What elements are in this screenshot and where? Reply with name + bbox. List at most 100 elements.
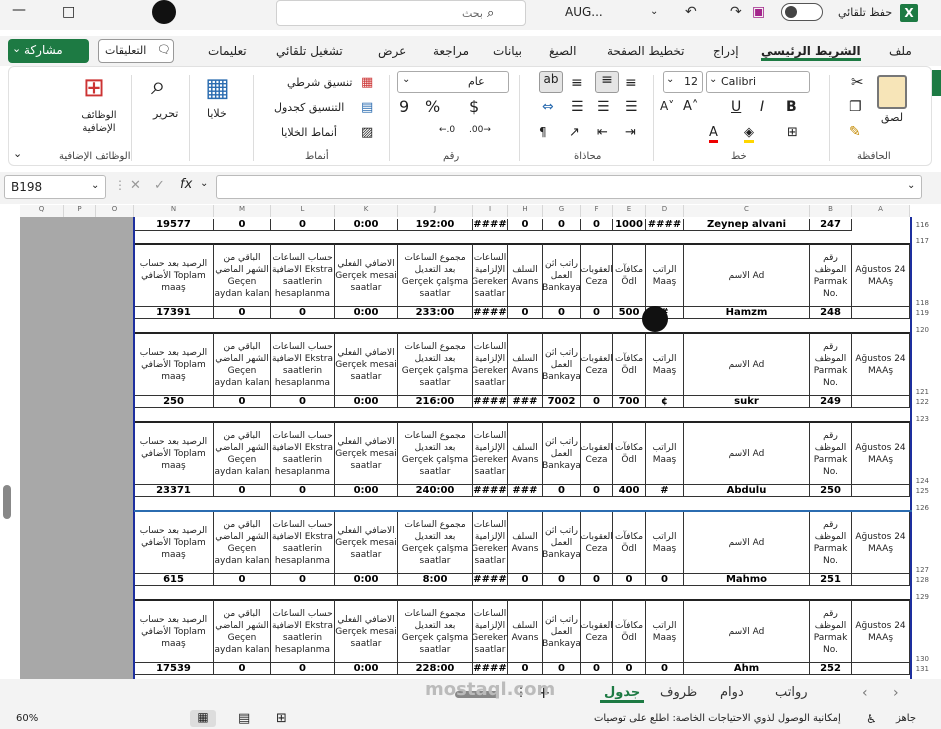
data-cell[interactable]: 0:00 [335,574,398,586]
tab-data[interactable]: بيانات [493,44,522,58]
data-cell[interactable]: Ahm [684,663,810,675]
header-cell[interactable]: السلف Avans [508,332,543,396]
empty-cell[interactable] [852,396,910,408]
data-cell[interactable]: Hamzm [684,307,810,319]
data-cell[interactable]: #### [473,219,508,231]
header-cell[interactable]: الرصيد بعد حساب الأضافي Toplam maaş [134,421,214,485]
sheet-tab-envelopes[interactable]: ظروف [660,685,697,700]
redo-icon[interactable]: ↷ [730,4,742,20]
header-cell[interactable]: الرصيد بعد حساب الأضافي Toplam maaş [134,599,214,663]
header-cell[interactable]: رقم الموظف Parmak No. [810,243,852,307]
header-cell[interactable]: مكافآت Ödl [613,332,646,396]
number-format-select[interactable]: عام ⌄ [397,71,509,93]
header-cell[interactable]: مكافآت Ödl [613,510,646,574]
header-cell[interactable]: الاسم Ad [684,332,810,396]
row-number[interactable]: 117 [916,237,929,245]
row-number[interactable]: 130 [916,655,929,663]
indent-icon[interactable]: ⇥ [625,125,636,140]
data-cell[interactable]: ### [508,396,543,408]
header-cell[interactable]: الساعات الإلزامية Gereken saatlar [473,510,508,574]
row-number[interactable]: 126 [916,504,929,512]
data-cell[interactable]: 233:00 [398,307,473,319]
header-cell[interactable]: الراتب Maaş [646,599,684,663]
column-header[interactable]: C [684,205,810,217]
bold-button[interactable]: B [786,99,797,115]
filename[interactable]: AUG... [565,5,603,19]
data-cell[interactable]: 0:00 [335,396,398,408]
data-cell[interactable]: 247 [810,219,852,231]
data-cell[interactable]: 216:00 [398,396,473,408]
data-cell[interactable]: 8:00 [398,574,473,586]
data-cell[interactable]: 19577 [134,219,214,231]
header-cell[interactable]: الراتب Maaş [646,421,684,485]
enter-icon[interactable]: ✓ [154,178,165,193]
column-header[interactable]: J [398,205,473,217]
data-cell[interactable]: 0 [214,396,271,408]
increase-decimal-icon[interactable]: .00→ [469,125,491,135]
cells-icon[interactable]: ▦ [205,73,230,103]
column-header[interactable]: B [810,205,852,217]
data-cell[interactable]: 0 [508,307,543,319]
row-number[interactable]: 123 [916,415,929,423]
column-header[interactable]: N [134,205,214,217]
data-cell[interactable]: 0 [581,219,613,231]
underline-button[interactable]: U [731,99,741,115]
minimize-icon[interactable]: — [12,2,26,18]
text-direction-icon[interactable]: ¶ [539,125,547,139]
undo-dropdown-icon[interactable]: ⌄ [650,6,658,17]
data-cell[interactable]: 17539 [134,663,214,675]
header-cell[interactable]: راتب اثن العمل Bankaya [543,599,581,663]
restore-icon[interactable]: □ [62,4,75,20]
tab-scroll-right-icon[interactable]: › [893,685,899,701]
currency-button[interactable]: $ [469,97,479,116]
row-number[interactable]: 124 [916,477,929,485]
header-cell[interactable]: مكافآت Ödl [613,421,646,485]
column-header[interactable]: O [96,205,134,217]
header-cell[interactable]: العقوبات Ceza [581,421,613,485]
data-cell[interactable]: Abdulu [684,485,810,497]
data-cell[interactable]: #### [473,663,508,675]
align-middle-icon[interactable]: ≡ [595,71,619,93]
header-cell[interactable]: Ağustos 24 MAAş [852,332,910,396]
header-cell[interactable]: Ağustos 24 MAAş [852,421,910,485]
font-name-select[interactable]: Calibri ⌄ [706,71,810,93]
autosave-toggle[interactable] [781,3,823,21]
comments-button[interactable]: التعليقات 🗨 [98,39,174,63]
header-cell[interactable]: الاسم Ad [684,599,810,663]
sheet-tab-attendance[interactable]: دوام [720,685,744,700]
cell-styles-icon[interactable]: ▨ [361,125,373,140]
row-number[interactable]: 128 [916,576,929,584]
column-header[interactable]: M [214,205,271,217]
italic-button[interactable]: I [760,99,764,115]
row-number[interactable]: 131 [916,665,929,673]
column-header[interactable]: A [852,205,910,217]
data-cell[interactable]: 0 [543,219,581,231]
data-cell[interactable]: 1000 [613,219,646,231]
row-number[interactable]: 122 [916,398,929,406]
tab-page-layout[interactable]: تخطيط الصفحة [607,44,684,58]
data-cell[interactable]: 0 [271,219,335,231]
header-cell[interactable]: مكافآت Ödl [613,599,646,663]
header-cell[interactable]: الاضافي الفعلي Gerçek mesai saatlar [335,332,398,396]
zoom-level[interactable]: 60% [16,713,38,724]
row-number[interactable]: 120 [916,326,929,334]
column-header[interactable]: E [613,205,646,217]
header-cell[interactable]: راتب اثن العمل Bankaya [543,421,581,485]
header-cell[interactable]: حساب الساعات الاضافية Ekstra saatlerin h… [271,599,335,663]
data-cell[interactable]: 250 [810,485,852,497]
header-cell[interactable]: الاسم Ad [684,421,810,485]
data-cell[interactable]: 249 [810,396,852,408]
tab-help[interactable]: تعليمات [208,44,247,58]
data-cell[interactable]: 0 [613,663,646,675]
header-cell[interactable]: رقم الموظف Parmak No. [810,332,852,396]
row-number[interactable]: 116 [916,221,929,229]
decrease-decimal-icon[interactable]: ←.0 [439,125,455,135]
header-cell[interactable]: راتب اثن العمل Bankaya [543,332,581,396]
tab-review[interactable]: مراجعة [433,44,469,58]
header-cell[interactable]: العقوبات Ceza [581,599,613,663]
data-cell[interactable]: 0:00 [335,307,398,319]
column-header[interactable]: G [543,205,581,217]
data-cell[interactable]: 7002 [543,396,581,408]
row-number[interactable]: 119 [916,309,929,317]
header-cell[interactable]: راتب اثن العمل Bankaya [543,510,581,574]
